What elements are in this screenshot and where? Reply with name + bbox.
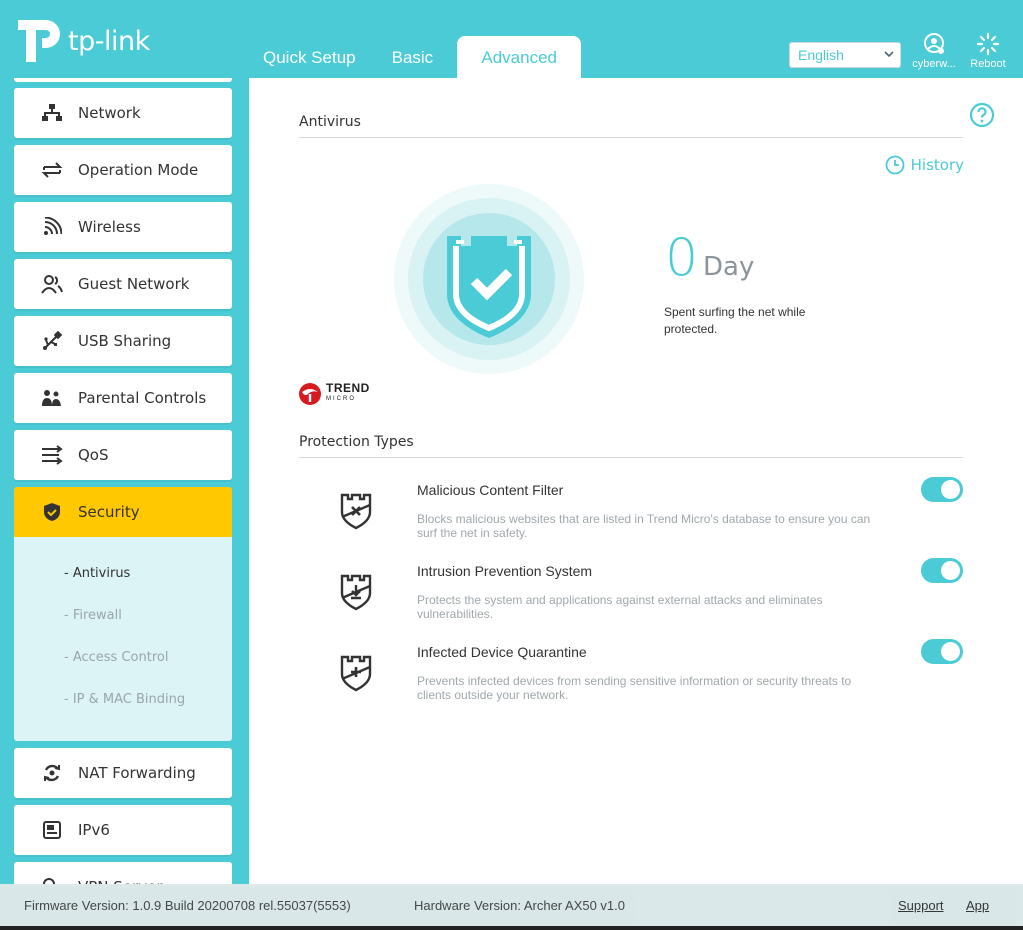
history-label: History	[910, 156, 964, 174]
antivirus-shield-graphic	[394, 184, 584, 374]
submenu-item-firewall[interactable]: - Firewall	[14, 595, 232, 637]
sidebar-scroll-edge	[14, 78, 232, 82]
submenu-item-antivirus[interactable]: - Antivirus	[14, 553, 232, 595]
history-link[interactable]: History	[885, 155, 964, 175]
sidebar-item-operation-mode[interactable]: Operation Mode	[14, 145, 232, 195]
tab-advanced[interactable]: Advanced	[457, 36, 582, 78]
submenu-item-ip-mac-binding[interactable]: - IP & MAC Binding	[14, 679, 232, 721]
sidebar-item-ipv6[interactable]: IPv6	[14, 805, 232, 855]
infected-device-quarantine-toggle[interactable]	[921, 639, 963, 664]
logo-text: tp-link	[68, 25, 150, 57]
security-shield-icon	[40, 500, 64, 524]
sidebar-item-label: NAT Forwarding	[78, 764, 196, 782]
footer: Firmware Version: 1.0.9 Build 20200708 r…	[0, 884, 1023, 930]
protection-title: Malicious Content Filter	[417, 482, 564, 498]
sidebar-item-label: Wireless	[78, 218, 141, 236]
sidebar-item-vpn-server[interactable]: VPN Server	[14, 862, 232, 886]
protection-type-row: Intrusion Prevention System Protects the…	[299, 558, 964, 633]
toggle-knob	[941, 561, 960, 580]
ipv6-icon	[40, 818, 64, 842]
tp-link-logo: tp-link	[14, 16, 150, 66]
parental-controls-icon	[40, 386, 64, 410]
tab-quick-setup[interactable]: Quick Setup	[245, 36, 374, 78]
nat-forwarding-icon	[40, 761, 64, 785]
protection-description: Blocks malicious websites that are liste…	[417, 512, 871, 540]
protected-days-unit: Day	[703, 252, 755, 282]
reboot-icon	[976, 32, 1000, 56]
shield-download-icon	[339, 573, 373, 615]
guest-network-icon	[40, 272, 64, 296]
toggle-knob	[941, 480, 960, 499]
shield-block-icon	[339, 492, 373, 534]
tab-basic[interactable]: Basic	[374, 36, 452, 78]
operation-mode-icon	[40, 158, 64, 182]
sidebar-item-label: IPv6	[78, 821, 110, 839]
firmware-version: Firmware Version: 1.0.9 Build 20200708 r…	[24, 898, 351, 913]
protection-types-title: Protection Types	[299, 434, 963, 458]
sidebar-item-wireless[interactable]: Wireless	[14, 202, 232, 252]
reboot-label: Reboot	[970, 58, 1006, 70]
sidebar-item-parental-controls[interactable]: Parental Controls	[14, 373, 232, 423]
malicious-content-filter-toggle[interactable]	[921, 477, 963, 502]
window-bottom-edge	[0, 926, 1023, 930]
app-link[interactable]: App	[966, 898, 989, 913]
toggle-knob	[941, 642, 960, 661]
network-icon	[40, 101, 64, 125]
sidebar-item-guest-network[interactable]: Guest Network	[14, 259, 232, 309]
user-label: cyberw...	[912, 58, 956, 70]
tp-link-logo-icon	[14, 16, 64, 66]
protection-title: Infected Device Quarantine	[417, 644, 587, 660]
protected-days-description: Spent surfing the net while protected.	[664, 305, 806, 336]
chevron-down-icon	[884, 51, 894, 58]
protected-days-count: 0	[665, 228, 699, 288]
submenu-item-access-control[interactable]: - Access Control	[14, 637, 232, 679]
language-select[interactable]: English	[789, 42, 901, 68]
main-panel: Antivirus History 0 Day Spent surfing th…	[249, 78, 1023, 886]
antivirus-section-title: Antivirus	[299, 114, 963, 138]
sidebar-item-qos[interactable]: QoS	[14, 430, 232, 480]
sidebar-item-nat-forwarding[interactable]: NAT Forwarding	[14, 748, 232, 798]
sidebar: Network Operation Mode Wireless Guest Ne…	[14, 78, 232, 886]
user-account-button[interactable]: cyberw...	[909, 32, 959, 70]
trend-micro-logo-icon	[299, 383, 321, 405]
trend-micro-logo: TREND MICRO	[298, 382, 370, 406]
sidebar-item-label: Parental Controls	[78, 389, 207, 407]
security-submenu: - Antivirus - Firewall - Access Control …	[14, 537, 232, 741]
wireless-icon	[40, 215, 64, 239]
reboot-button[interactable]: Reboot	[963, 32, 1013, 70]
language-value: English	[798, 47, 844, 63]
protection-description: Protects the system and applications aga…	[417, 593, 823, 621]
protection-type-row: Infected Device Quarantine Prevents infe…	[299, 639, 964, 714]
protection-description: Prevents infected devices from sending s…	[417, 674, 852, 702]
clock-icon	[885, 155, 905, 175]
sidebar-item-label: Guest Network	[78, 275, 190, 293]
help-icon[interactable]	[969, 102, 995, 132]
support-link[interactable]: Support	[898, 898, 944, 913]
sidebar-item-label: Security	[78, 503, 140, 521]
trend-logo-line1: TREND	[326, 381, 370, 395]
shield-plus-icon	[339, 654, 373, 696]
sidebar-item-label: USB Sharing	[78, 332, 172, 350]
sidebar-item-label: Operation Mode	[78, 161, 199, 179]
sidebar-item-network[interactable]: Network	[14, 88, 232, 138]
sidebar-item-label: QoS	[78, 446, 109, 464]
usb-icon	[40, 329, 64, 353]
protection-title: Intrusion Prevention System	[417, 563, 593, 579]
qos-icon	[40, 443, 64, 467]
main-nav-tabs: Quick Setup Basic Advanced	[245, 36, 582, 78]
sidebar-item-security[interactable]: Security	[14, 487, 232, 537]
trend-logo-line2: MICRO	[326, 396, 356, 402]
protection-type-row: Malicious Content Filter Blocks maliciou…	[299, 477, 964, 552]
sidebar-item-usb-sharing[interactable]: USB Sharing	[14, 316, 232, 366]
user-cloud-icon	[924, 33, 944, 54]
intrusion-prevention-toggle[interactable]	[921, 558, 963, 583]
sidebar-item-label: Network	[78, 104, 141, 122]
hardware-version: Hardware Version: Archer AX50 v1.0	[414, 898, 626, 913]
